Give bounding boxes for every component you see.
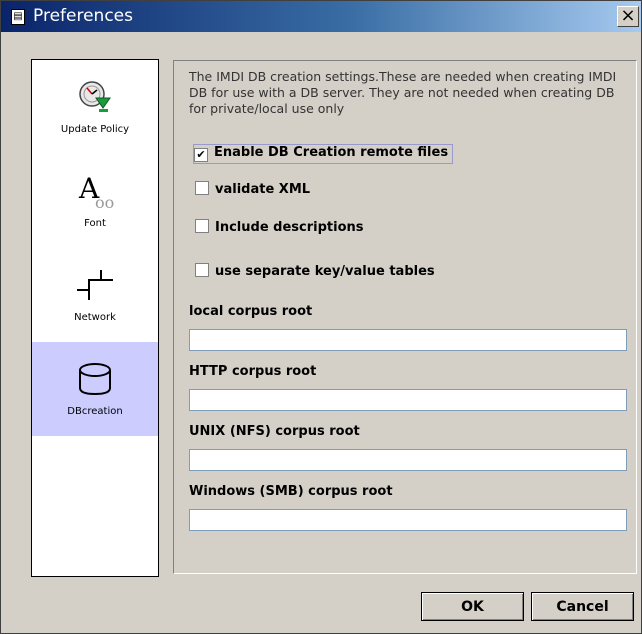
cancel-button[interactable]: Cancel xyxy=(531,592,634,621)
category-sidebar: Update Policy A oo Font Network DBcreati… xyxy=(31,59,159,577)
separate-key-value-checkbox[interactable]: use separate key/value tables xyxy=(195,263,435,281)
database-icon xyxy=(79,363,111,396)
checkbox-label: validate XML xyxy=(215,182,311,197)
svg-text:oo: oo xyxy=(95,193,114,210)
ok-button[interactable]: OK xyxy=(421,592,524,621)
preferences-dialog: ▤ Preferences × Update Policy A oo Font xyxy=(0,0,642,634)
app-icon: ▤ xyxy=(11,9,25,25)
sidebar-item-label: Font xyxy=(84,218,106,229)
title-bar[interactable]: ▤ Preferences × xyxy=(1,1,641,32)
sidebar-item-dbcreation[interactable]: DBcreation xyxy=(32,342,158,436)
close-button[interactable]: × xyxy=(617,6,639,27)
checkbox-box[interactable] xyxy=(195,181,209,195)
checkbox-label: Enable DB Creation remote files xyxy=(214,145,449,160)
network-icon xyxy=(77,270,113,300)
enable-db-creation-checkbox[interactable]: ✔ Enable DB Creation remote files xyxy=(193,144,454,164)
validate-xml-checkbox[interactable]: validate XML xyxy=(195,181,310,199)
sidebar-item-network[interactable]: Network xyxy=(32,248,158,342)
sidebar-item-label: Update Policy xyxy=(60,124,130,135)
font-icon: A oo xyxy=(78,172,114,210)
sidebar-item-label: DBcreation xyxy=(67,406,123,417)
window-title: Preferences xyxy=(33,6,133,26)
windows-corpus-root-input[interactable] xyxy=(189,509,627,531)
checkbox-box[interactable]: ✔ xyxy=(194,148,208,162)
http-corpus-root-label: HTTP corpus root xyxy=(189,364,317,379)
local-corpus-root-label: local corpus root xyxy=(189,304,313,319)
http-corpus-root-input[interactable] xyxy=(189,389,627,411)
settings-description: The IMDI DB creation settings.These are … xyxy=(189,69,617,116)
checkbox-label: use separate key/value tables xyxy=(215,264,435,279)
checkbox-box[interactable] xyxy=(195,219,209,233)
sidebar-item-label: Network xyxy=(74,312,116,323)
windows-corpus-root-label: Windows (SMB) corpus root xyxy=(189,484,393,499)
checkbox-box[interactable] xyxy=(195,263,209,277)
unix-corpus-root-label: UNIX (NFS) corpus root xyxy=(189,424,360,439)
sidebar-item-update-policy[interactable]: Update Policy xyxy=(32,60,158,154)
update-policy-icon xyxy=(79,81,111,112)
local-corpus-root-input[interactable] xyxy=(189,329,627,351)
checkbox-label: Include descriptions xyxy=(215,220,364,235)
unix-corpus-root-input[interactable] xyxy=(189,449,627,471)
include-descriptions-checkbox[interactable]: Include descriptions xyxy=(195,219,364,237)
sidebar-item-font[interactable]: A oo Font xyxy=(32,154,158,248)
